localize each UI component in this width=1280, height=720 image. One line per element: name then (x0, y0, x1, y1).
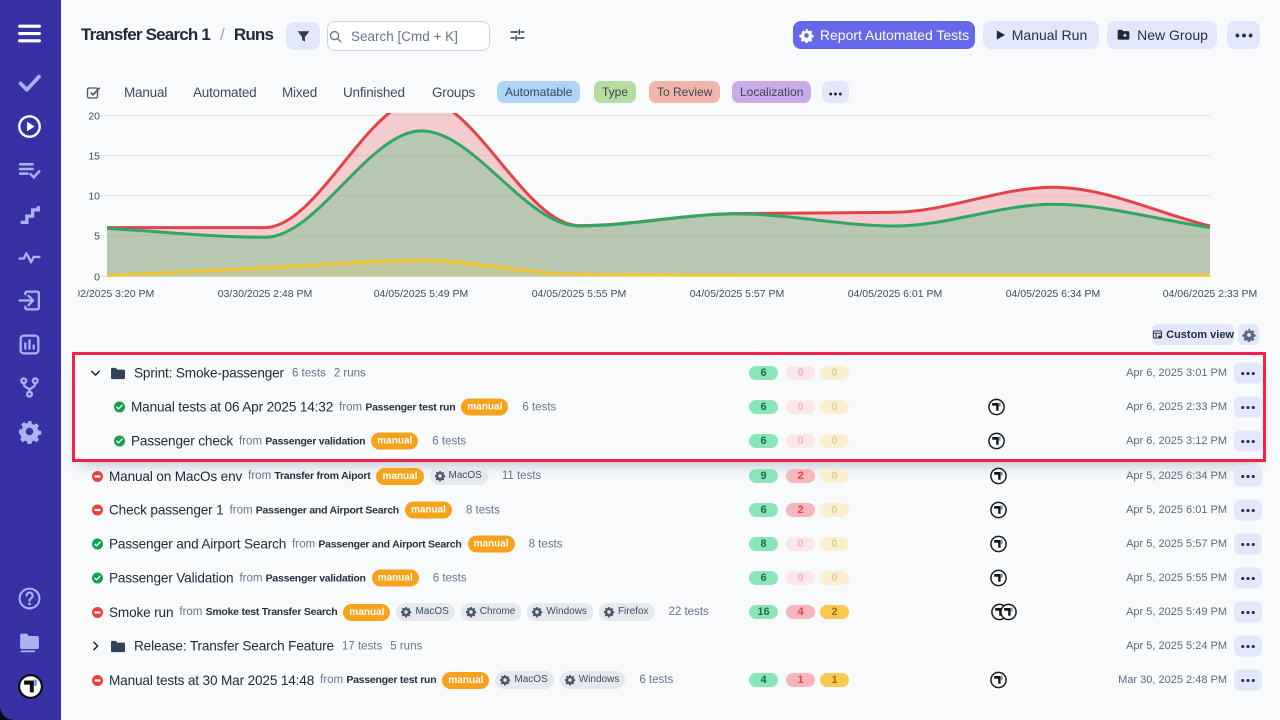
svg-text:03/30/2025 2:48 PM: 03/30/2025 2:48 PM (218, 288, 313, 300)
svg-text:04/05/2025 5:57 PM: 04/05/2025 5:57 PM (690, 288, 785, 300)
svg-text:5: 5 (94, 231, 100, 243)
svg-text:20: 20 (88, 111, 100, 123)
svg-text:03/02/2025 3:20 PM: 03/02/2025 3:20 PM (60, 288, 155, 300)
svg-text:10: 10 (88, 191, 100, 203)
svg-text:0: 0 (94, 272, 100, 284)
svg-text:04/05/2025 6:34 PM: 04/05/2025 6:34 PM (1006, 288, 1101, 300)
svg-text:15: 15 (88, 151, 100, 163)
svg-text:04/06/2025 2:33 PM: 04/06/2025 2:33 PM (1163, 288, 1258, 300)
svg-text:04/05/2025 6:01 PM: 04/05/2025 6:01 PM (848, 288, 943, 300)
svg-text:04/05/2025 5:55 PM: 04/05/2025 5:55 PM (532, 288, 627, 300)
svg-text:04/05/2025 5:49 PM: 04/05/2025 5:49 PM (374, 288, 469, 300)
